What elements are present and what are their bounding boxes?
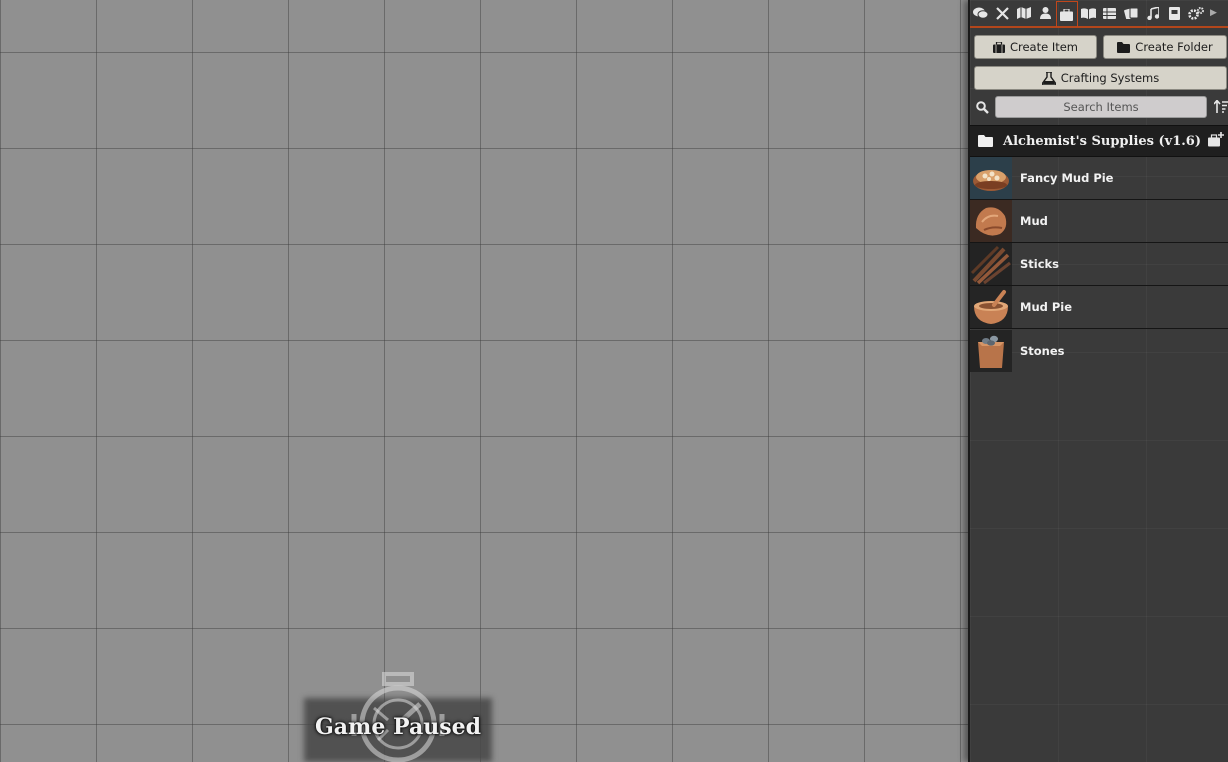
tab-tables[interactable] [1099,1,1121,25]
folder-icon [1117,41,1131,53]
th-list-icon [1103,7,1117,19]
user-icon [1039,7,1051,19]
stones-thumbnail [970,329,1012,372]
tab-actors[interactable] [1035,1,1057,25]
search-input[interactable]: Search Items [995,96,1207,118]
mud-pie-thumbnail [970,286,1012,328]
tab-combat[interactable] [992,1,1014,25]
sidebar-tabs: ▶ [970,0,1228,28]
crafting-systems-button[interactable]: Crafting Systems [974,66,1227,90]
create-folder-button[interactable]: Create Folder [1103,35,1227,59]
create-item-in-folder-icon[interactable] [1208,132,1224,147]
list-item[interactable]: Stones [970,329,1228,372]
game-paused-label: Game Paused [315,714,481,740]
crossed-swords-icon [995,6,1009,20]
tab-compendium[interactable] [1164,1,1186,25]
game-canvas[interactable] [0,0,968,762]
mud-thumbnail [970,200,1012,242]
folder-name: Alchemist's Supplies (v1.6) [1003,133,1201,149]
sticks-thumbnail [970,243,1012,285]
tab-scenes[interactable] [1013,1,1035,25]
game-paused-indicator: Game Paused [304,670,492,762]
create-folder-label: Create Folder [1135,40,1213,54]
folder-header[interactable]: Alchemist's Supplies (v1.6) [970,125,1228,157]
comments-icon [973,7,989,19]
book-open-icon [1080,7,1096,19]
tab-playlists[interactable] [1142,1,1164,25]
fancy-mud-pie-thumbnail [970,157,1012,199]
cogs-icon [1187,6,1204,20]
tab-items[interactable] [1056,1,1078,27]
caret-right-icon: ▶ [1210,8,1217,18]
item-name: Sticks [1020,257,1060,271]
suitcase-icon [1060,8,1074,21]
music-icon [1147,6,1159,20]
create-item-button[interactable]: Create Item [974,35,1097,59]
item-name: Mud [1020,214,1048,228]
tab-journal[interactable] [1078,1,1100,25]
create-item-label: Create Item [1009,40,1079,54]
tab-chat[interactable] [970,1,992,25]
collapse-sidebar-button[interactable]: ▶ [1207,1,1221,25]
list-item[interactable]: Mud Pie [970,286,1228,329]
cards-icon [1123,7,1139,19]
atlas-icon [1168,6,1180,20]
search-row: Search Items [974,96,1228,120]
list-item[interactable]: Mud [970,200,1228,243]
suitcase-icon [992,41,1005,53]
sidebar: ▶ Create Item Create Folder Crafting Sys… [968,0,1228,762]
list-item[interactable]: Fancy Mud Pie [970,157,1228,200]
tab-cards[interactable] [1121,1,1143,25]
map-icon [1016,7,1031,19]
search-icon [976,101,989,114]
sort-icon[interactable] [1214,100,1228,113]
item-name: Stones [1020,343,1065,358]
crafting-systems-label: Crafting Systems [1060,71,1160,85]
item-name: Mud Pie [1020,300,1073,314]
tab-settings[interactable] [1185,1,1207,25]
list-item[interactable]: Sticks [970,243,1228,286]
folder-icon [978,135,993,147]
flask-icon [1041,71,1056,85]
item-name: Fancy Mud Pie [1020,171,1114,185]
